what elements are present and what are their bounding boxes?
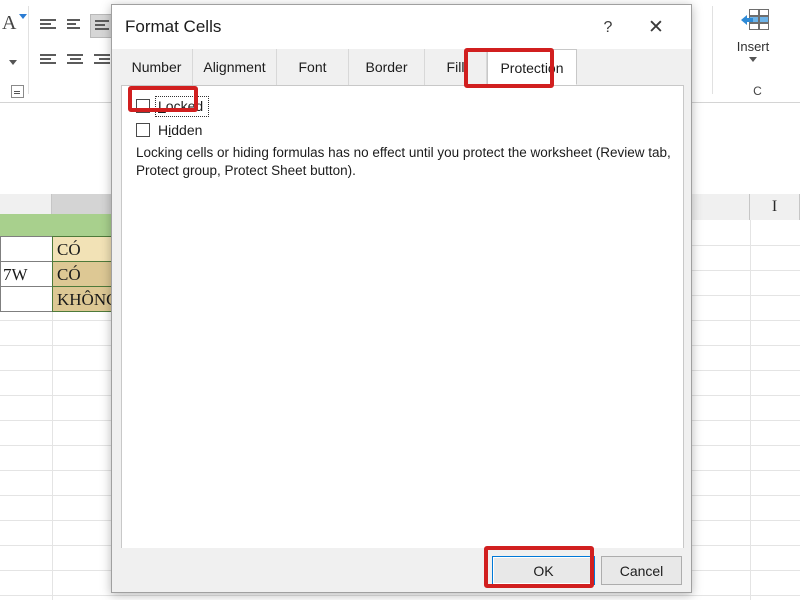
tab-protection[interactable]: Protection — [487, 49, 577, 85]
focus-ring — [155, 96, 209, 117]
dialog-tab-strip: Number Alignment Font Border Fill Protec… — [121, 49, 684, 86]
protection-description: Locking cells or hiding formulas has no … — [136, 145, 671, 178]
font-size-icon[interactable]: A — [2, 12, 16, 35]
cells-group-label: C — [753, 84, 762, 98]
chevron-down-icon[interactable] — [749, 57, 757, 62]
dialog-footer: OK Cancel — [112, 548, 691, 592]
cancel-button[interactable]: Cancel — [601, 556, 682, 585]
delete-cells-button[interactable]: De — [781, 6, 800, 54]
tab-fill[interactable]: Fill — [425, 49, 487, 85]
help-icon[interactable]: ? — [591, 15, 625, 41]
chevron-down-icon[interactable] — [9, 60, 17, 65]
data-cell-co-1[interactable]: CÓ — [52, 236, 114, 262]
data-cell-khong[interactable]: KHÔNG — [52, 286, 114, 312]
sheet-green-header — [0, 214, 112, 236]
ribbon-alignment-group — [30, 0, 116, 102]
align-top-button[interactable] — [36, 14, 60, 36]
tab-border[interactable]: Border — [349, 49, 425, 85]
divider — [28, 6, 29, 94]
data-cell-blank1[interactable] — [0, 236, 53, 262]
insert-cells-button[interactable]: Insert — [725, 6, 781, 62]
close-icon[interactable]: ✕ — [639, 15, 673, 41]
align-middle-button[interactable] — [63, 14, 87, 36]
column-header-gap2[interactable] — [712, 194, 750, 220]
format-cells-dialog: Format Cells ? ✕ Number Alignment Font B… — [111, 4, 692, 593]
align-center-button[interactable] — [63, 50, 87, 72]
ok-button[interactable]: OK — [492, 556, 595, 585]
delete-cells-label: De — [781, 39, 800, 54]
tab-number[interactable]: Number — [121, 49, 193, 85]
delete-cells-icon — [790, 6, 800, 36]
column-header-i[interactable]: I — [750, 194, 800, 220]
dialog-title-bar: Format Cells ? ✕ — [112, 5, 691, 49]
insert-cells-icon — [734, 6, 772, 36]
divider — [712, 6, 713, 94]
data-cell-blank2[interactable] — [0, 286, 53, 312]
hidden-label[interactable]: Hidden — [158, 122, 202, 138]
tab-font[interactable]: Font — [277, 49, 349, 85]
hidden-checkbox[interactable] — [136, 123, 150, 137]
data-cell-co-2[interactable]: CÓ — [52, 261, 114, 287]
data-cell-code[interactable]: 7W — [0, 261, 53, 287]
dialog-title: Format Cells — [125, 17, 222, 36]
align-left-button[interactable] — [36, 50, 60, 72]
protection-panel: Locked Hidden Locking cells or hiding fo… — [121, 85, 684, 550]
locked-checkbox[interactable] — [136, 99, 150, 113]
ribbon-font-group: A — [0, 0, 27, 102]
chevron-down-icon[interactable] — [19, 14, 27, 19]
tab-alignment[interactable]: Alignment — [193, 49, 277, 85]
ribbon-cells-group: Insert De C — [715, 0, 800, 102]
dialog-launcher-icon[interactable] — [11, 85, 24, 98]
insert-cells-label: Insert — [736, 39, 770, 54]
